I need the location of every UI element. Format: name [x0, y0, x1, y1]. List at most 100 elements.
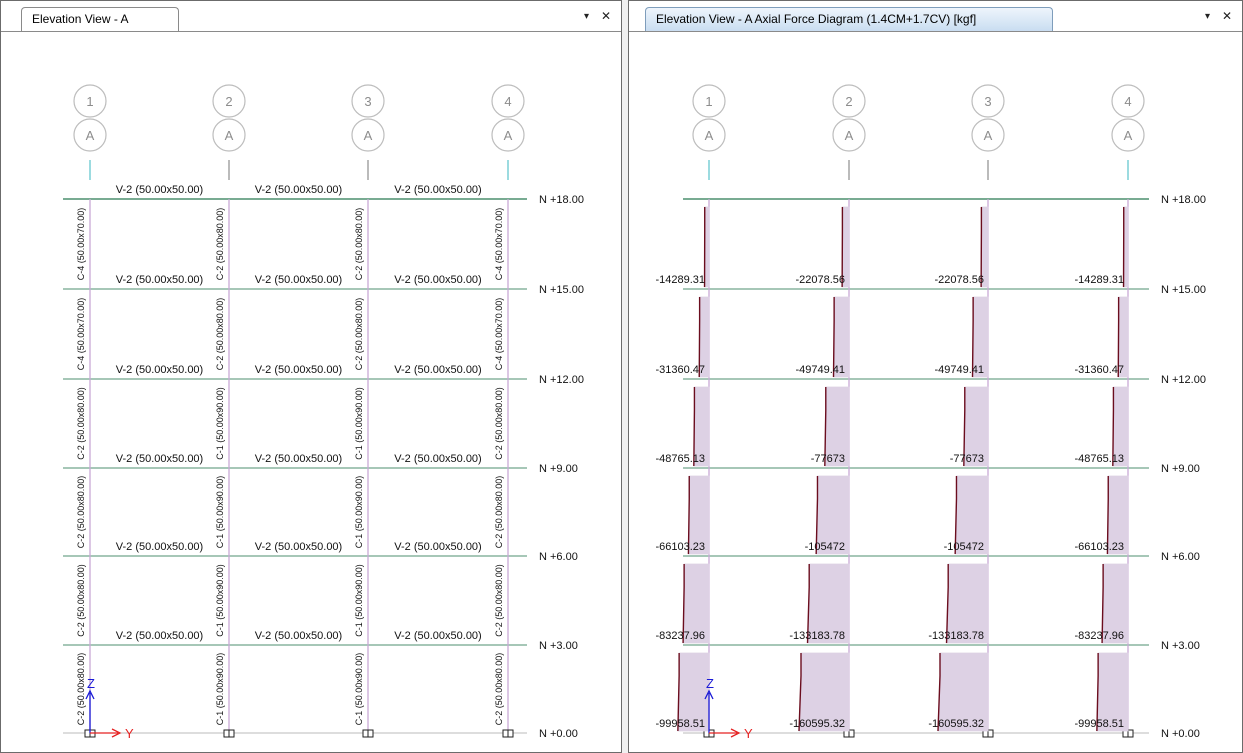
beam-label: V-2 (50.00x50.00): [116, 453, 203, 465]
beam-label: V-2 (50.00x50.00): [255, 364, 342, 376]
axial-force-value: -99958.51: [655, 718, 705, 730]
column-label: C-1 (50.00x90.00): [354, 476, 364, 549]
column-label: C-2 (50.00x80.00): [215, 298, 225, 371]
level-label: N +18.00: [1161, 194, 1206, 206]
grid-label-4: 4: [504, 94, 511, 109]
beam-label: V-2 (50.00x50.00): [116, 184, 203, 196]
column-label: C-2 (50.00x80.00): [354, 298, 364, 371]
column-label: C-1 (50.00x90.00): [354, 653, 364, 726]
grid-label-1: 1: [705, 94, 712, 109]
grid-label-2: 2: [845, 94, 852, 109]
grid-label-1: 1: [86, 94, 93, 109]
close-icon[interactable]: ✕: [1222, 9, 1232, 23]
beam-label: V-2 (50.00x50.00): [394, 364, 481, 376]
level-label: N +9.00: [1161, 463, 1200, 475]
column-label: C-1 (50.00x90.00): [354, 564, 364, 637]
column-label: C-4 (50.00x70.00): [494, 298, 504, 371]
axial-force-value: -49749.41: [795, 364, 845, 376]
axial-force-value: -99958.51: [1074, 718, 1124, 730]
axial-force-value: -66103.23: [1074, 541, 1124, 553]
level-label: N +18.00: [539, 194, 584, 206]
left-tab-bar: Elevation View - A ▾ ✕: [1, 1, 621, 32]
grid-label-3: 3: [364, 94, 371, 109]
axial-force-value: -133183.78: [789, 630, 845, 642]
level-label: N +0.00: [539, 728, 578, 740]
level-label: N +0.00: [1161, 728, 1200, 740]
beam-label: V-2 (50.00x50.00): [394, 541, 481, 553]
axial-force-value: -48765.13: [1074, 453, 1124, 465]
level-label: N +9.00: [539, 463, 578, 475]
level-label: N +12.00: [539, 374, 584, 386]
axial-force-value: -77673: [811, 453, 845, 465]
column-label: C-4 (50.00x70.00): [76, 298, 86, 371]
beam-label: V-2 (50.00x50.00): [394, 274, 481, 286]
beam-label: V-2 (50.00x50.00): [255, 274, 342, 286]
left-elevation-panel: Elevation View - A ▾ ✕ 1 A 2 A 3 A 4 A N +18.00 N…: [0, 0, 622, 753]
level-label: N +6.00: [1161, 551, 1200, 563]
column-label: C-2 (50.00x80.00): [76, 653, 86, 726]
y-axis-label: Y: [744, 726, 753, 741]
column-label: C-2 (50.00x80.00): [494, 387, 504, 460]
beam-label: V-2 (50.00x50.00): [255, 453, 342, 465]
z-axis-label: Z: [87, 676, 95, 691]
grid-row-label-2: A: [845, 128, 854, 143]
beam-label: V-2 (50.00x50.00): [255, 184, 342, 196]
grid-row-label-4: A: [504, 128, 513, 143]
beam-label: V-2 (50.00x50.00): [116, 541, 203, 553]
grid-row-label-3: A: [364, 128, 373, 143]
level-label: N +3.00: [539, 640, 578, 652]
beam-label: V-2 (50.00x50.00): [255, 541, 342, 553]
grid-row-label-4: A: [1124, 128, 1133, 143]
beam-label: V-2 (50.00x50.00): [394, 453, 481, 465]
axial-force-value: -66103.23: [655, 541, 705, 553]
tab-elevation-view[interactable]: Elevation View - A: [21, 7, 179, 31]
beam-label: V-2 (50.00x50.00): [255, 630, 342, 642]
beam-label: V-2 (50.00x50.00): [116, 364, 203, 376]
axial-force-canvas[interactable]: 1 A 2 A 3 A 4 A N +18.00 N +15.00 N +12.00 N +9.00 N…: [629, 32, 1242, 752]
column-label: C-1 (50.00x90.00): [215, 387, 225, 460]
axial-force-value: -14289.31: [1074, 274, 1124, 286]
axial-force-value: -14289.31: [655, 274, 705, 286]
axial-force-value: -31360.47: [1074, 364, 1124, 376]
column-label: C-2 (50.00x80.00): [76, 564, 86, 637]
column-label: C-4 (50.00x70.00): [494, 208, 504, 281]
tab-axial-force-diagram[interactable]: Elevation View - A Axial Force Diagram (…: [645, 7, 1053, 31]
grid-row-label-1: A: [86, 128, 95, 143]
axial-force-value: -48765.13: [655, 453, 705, 465]
level-label: N +3.00: [1161, 640, 1200, 652]
grid-label-4: 4: [1124, 94, 1131, 109]
column-label: C-2 (50.00x80.00): [494, 653, 504, 726]
right-axial-panel: Elevation View - A Axial Force Diagram (…: [628, 0, 1243, 753]
window-position-icon[interactable]: ▾: [1205, 11, 1210, 22]
level-label: N +12.00: [1161, 374, 1206, 386]
column-label: C-1 (50.00x90.00): [215, 653, 225, 726]
y-axis-label: Y: [125, 726, 134, 741]
beam-label: V-2 (50.00x50.00): [394, 184, 481, 196]
close-icon[interactable]: ✕: [601, 9, 611, 23]
column-label: C-2 (50.00x80.00): [494, 476, 504, 549]
beam-label: V-2 (50.00x50.00): [394, 630, 481, 642]
axial-force-value: -22078.56: [934, 274, 984, 286]
axial-force-value: -49749.41: [934, 364, 984, 376]
level-label: N +15.00: [539, 284, 584, 296]
grid-label-3: 3: [984, 94, 991, 109]
grid-row-label-2: A: [225, 128, 234, 143]
right-tab-bar: Elevation View - A Axial Force Diagram (…: [629, 1, 1242, 32]
window-position-icon[interactable]: ▾: [584, 11, 589, 22]
column-label: C-4 (50.00x70.00): [76, 208, 86, 281]
level-label: N +6.00: [539, 551, 578, 563]
column-label: C-1 (50.00x90.00): [215, 564, 225, 637]
axial-force-value: -160595.32: [789, 718, 845, 730]
beam-label: V-2 (50.00x50.00): [116, 274, 203, 286]
beam-label: V-2 (50.00x50.00): [116, 630, 203, 642]
column-label: C-2 (50.00x80.00): [215, 208, 225, 281]
level-label: N +15.00: [1161, 284, 1206, 296]
axial-force-value: -22078.56: [795, 274, 845, 286]
elevation-canvas[interactable]: 1 A 2 A 3 A 4 A N +18.00 N +15.00 N +12.00 N +9.00 N…: [1, 32, 621, 752]
grid-row-label-1: A: [705, 128, 714, 143]
grid-label-2: 2: [225, 94, 232, 109]
column-label: C-2 (50.00x80.00): [354, 208, 364, 281]
axial-force-value: -77673: [950, 453, 984, 465]
axial-force-value: -31360.47: [655, 364, 705, 376]
axial-force-value: -105472: [944, 541, 984, 553]
